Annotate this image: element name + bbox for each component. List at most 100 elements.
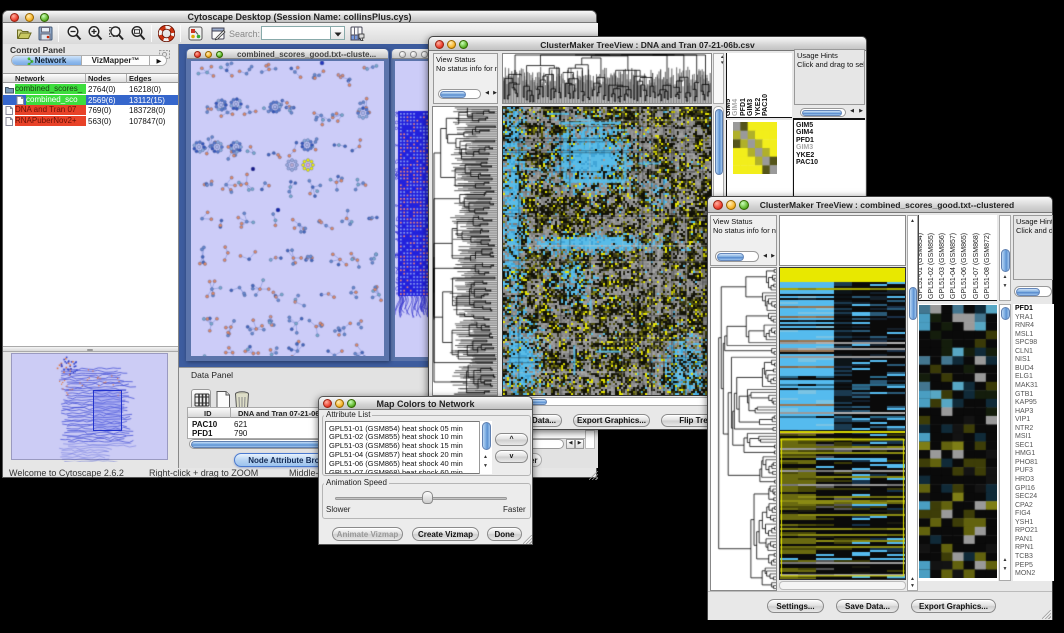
attribute-list-item[interactable]: GPL51-02 (GSM855) heat shock 10 min bbox=[329, 432, 463, 441]
network-table-row[interactable]: combined_sco2569(6)13112(15) bbox=[3, 95, 178, 106]
vizmap-grid-icon[interactable] bbox=[187, 25, 204, 42]
scroll-up-arrow[interactable]: ▲ bbox=[910, 576, 915, 582]
data-row-value[interactable]: 790 bbox=[234, 429, 247, 438]
win2-zoom-heatmap[interactable] bbox=[918, 304, 998, 581]
zoom-button[interactable] bbox=[421, 51, 428, 58]
zoom-button[interactable] bbox=[216, 51, 223, 58]
data-row-id[interactable]: PFD1 bbox=[192, 429, 212, 438]
attribute-list-item[interactable]: GPL51-07 (GSM868) heat shock 60 min bbox=[329, 468, 463, 474]
win2-nav-widget[interactable] bbox=[715, 251, 759, 262]
scroll-down-arrow[interactable]: ▼ bbox=[483, 463, 488, 469]
attribute-list-item[interactable]: GPL51-03 (GSM856) heat shock 15 min bbox=[329, 441, 463, 450]
minimize-button[interactable] bbox=[410, 51, 417, 58]
scroll-up-arrow[interactable]: ▲ bbox=[483, 454, 488, 460]
move-down-button[interactable]: v bbox=[495, 450, 528, 463]
speed-slider-thumb[interactable] bbox=[422, 491, 433, 504]
win2-title-bar[interactable]: ClusterMaker TreeView : combined_scores_… bbox=[708, 197, 1052, 213]
win2-export-graphics-button[interactable]: Export Graphics... bbox=[911, 599, 996, 613]
search-input[interactable] bbox=[261, 26, 331, 40]
vscroll-thumb[interactable] bbox=[715, 109, 723, 175]
nav-left-button[interactable]: ◀ bbox=[483, 90, 491, 99]
network-table-row[interactable]: DNA and Tran 07769(0)183728(0) bbox=[3, 105, 178, 116]
attribute-list-scrollbar[interactable]: ▲ ▼ bbox=[479, 421, 492, 474]
hscroll-left-button[interactable]: ◀ bbox=[566, 439, 575, 449]
vscroll-thumb[interactable] bbox=[909, 287, 917, 320]
move-up-button[interactable]: ^ bbox=[495, 433, 528, 446]
data-row-value[interactable]: 621 bbox=[234, 420, 247, 429]
close-button[interactable] bbox=[399, 51, 406, 58]
attribute-list[interactable]: GPL51-01 (GSM854) heat shock 05 minGPL51… bbox=[325, 421, 492, 474]
network-table-row[interactable]: combined_scores_2764(0)16218(0) bbox=[3, 84, 178, 95]
win2-settings-button[interactable]: Settings... bbox=[767, 599, 824, 613]
win2-hscrollbar[interactable] bbox=[779, 581, 906, 590]
win1-nav-widget[interactable] bbox=[438, 89, 481, 99]
win2-col-labels-scrollbar[interactable]: ▲ ▼ bbox=[999, 215, 1011, 301]
win2-vscrollbar[interactable]: ▲ ▲ ▼ bbox=[907, 215, 918, 591]
frame1-viewport[interactable] bbox=[191, 61, 384, 356]
speed-slider-track[interactable] bbox=[335, 497, 507, 500]
win2-resize-grip[interactable] bbox=[1042, 610, 1051, 619]
panel-divider[interactable] bbox=[3, 346, 178, 352]
network-table-row[interactable]: RNAPuberNov2+563(0)107847(0) bbox=[3, 116, 178, 127]
main-resize-grip[interactable] bbox=[589, 471, 598, 480]
nav-pill-thumb[interactable] bbox=[802, 110, 842, 117]
nav-right-button[interactable]: ▶ bbox=[491, 90, 498, 99]
scroll-up-arrow[interactable]: ▲ bbox=[720, 54, 724, 59]
vscroll-thumb[interactable] bbox=[1001, 307, 1010, 320]
scroll-up-arrow[interactable]: ▲ bbox=[1003, 557, 1008, 563]
zoom-in-icon[interactable] bbox=[87, 25, 104, 42]
save-icon[interactable] bbox=[37, 25, 54, 42]
win1-usage-nav[interactable] bbox=[800, 108, 846, 117]
animate-vizmap-button[interactable]: Animate Vizmap bbox=[332, 527, 403, 541]
attribute-list-item[interactable]: GPL51-06 (GSM865) heat shock 40 min bbox=[329, 459, 463, 468]
vscroll-thumb[interactable] bbox=[482, 422, 491, 450]
win2-zoom-scrollbar[interactable]: ▲ ▼ bbox=[999, 304, 1011, 581]
nav-right-button[interactable]: ▶ bbox=[769, 253, 777, 262]
nav-right-button[interactable]: ▶ bbox=[857, 108, 865, 117]
nav-pill-thumb[interactable] bbox=[440, 91, 466, 99]
win1-hscrollbar[interactable] bbox=[502, 397, 712, 406]
edit-page-icon[interactable] bbox=[210, 25, 227, 42]
scroll-down-arrow[interactable]: ▼ bbox=[910, 583, 915, 589]
win2-row-dendrogram[interactable] bbox=[710, 267, 777, 591]
nav-pill-thumb[interactable] bbox=[1016, 288, 1040, 296]
scroll-down-arrow[interactable]: ▼ bbox=[1003, 283, 1008, 289]
win1-col-dendrogram[interactable] bbox=[502, 53, 712, 104]
nav-left-button[interactable]: ◀ bbox=[761, 253, 769, 262]
zoom-fit-icon[interactable] bbox=[108, 25, 125, 42]
attribute-list-item[interactable]: GPL51-04 (GSM857) heat shock 20 min bbox=[329, 450, 463, 459]
scroll-up-arrow[interactable]: ▲ bbox=[910, 218, 915, 224]
birdseye-viewport-rect[interactable] bbox=[93, 390, 122, 431]
vscroll-thumb[interactable] bbox=[1001, 249, 1010, 272]
open-folder-icon[interactable] bbox=[16, 25, 33, 42]
hscroll-right-button[interactable]: ▶ bbox=[575, 439, 584, 449]
win1-row-dendrogram[interactable] bbox=[432, 106, 498, 396]
birdseye-panel[interactable] bbox=[11, 353, 168, 460]
search-dropdown-button[interactable] bbox=[331, 26, 345, 40]
create-vizmap-button[interactable]: Create Vizmap bbox=[412, 527, 479, 541]
main-title-bar[interactable]: Cytoscape Desktop (Session Name: collins… bbox=[3, 11, 596, 23]
win1-labels-scrollbar[interactable]: ▲ ▼ bbox=[713, 53, 724, 104]
import-table-icon[interactable] bbox=[349, 25, 366, 42]
tab-more-arrow[interactable]: ▶ bbox=[150, 56, 167, 66]
scroll-down-arrow[interactable]: ▼ bbox=[720, 60, 724, 65]
tab-network[interactable]: Network bbox=[12, 56, 82, 66]
scroll-down-arrow[interactable]: ▼ bbox=[1003, 566, 1008, 572]
zoom-out-icon[interactable] bbox=[66, 25, 83, 42]
nav-left-button[interactable]: ◀ bbox=[848, 108, 856, 117]
done-button[interactable]: Done bbox=[487, 527, 522, 541]
win1-heatmap[interactable] bbox=[502, 106, 712, 396]
close-button[interactable] bbox=[194, 51, 201, 58]
scroll-up-arrow[interactable]: ▲ bbox=[1003, 274, 1008, 280]
win1-zoom-matrix-canvas[interactable] bbox=[733, 122, 777, 174]
win2-usage-nav[interactable] bbox=[1014, 286, 1052, 297]
zoom-selected-icon[interactable] bbox=[130, 25, 147, 42]
lifesaver-icon[interactable] bbox=[158, 25, 175, 42]
frame1-title-bar[interactable]: combined_scores_good.txt--cluste... bbox=[187, 49, 388, 59]
win2-heatmap[interactable] bbox=[779, 267, 906, 580]
frame1-network-canvas[interactable] bbox=[191, 61, 384, 356]
win1-export-graphics-button[interactable]: Export Graphics... bbox=[573, 414, 650, 427]
attribute-list-item[interactable]: GPL51-01 (GSM854) heat shock 05 min bbox=[329, 424, 463, 433]
minimize-button[interactable] bbox=[205, 51, 212, 58]
network-frame-1[interactable]: combined_scores_good.txt--cluste... bbox=[186, 49, 389, 361]
